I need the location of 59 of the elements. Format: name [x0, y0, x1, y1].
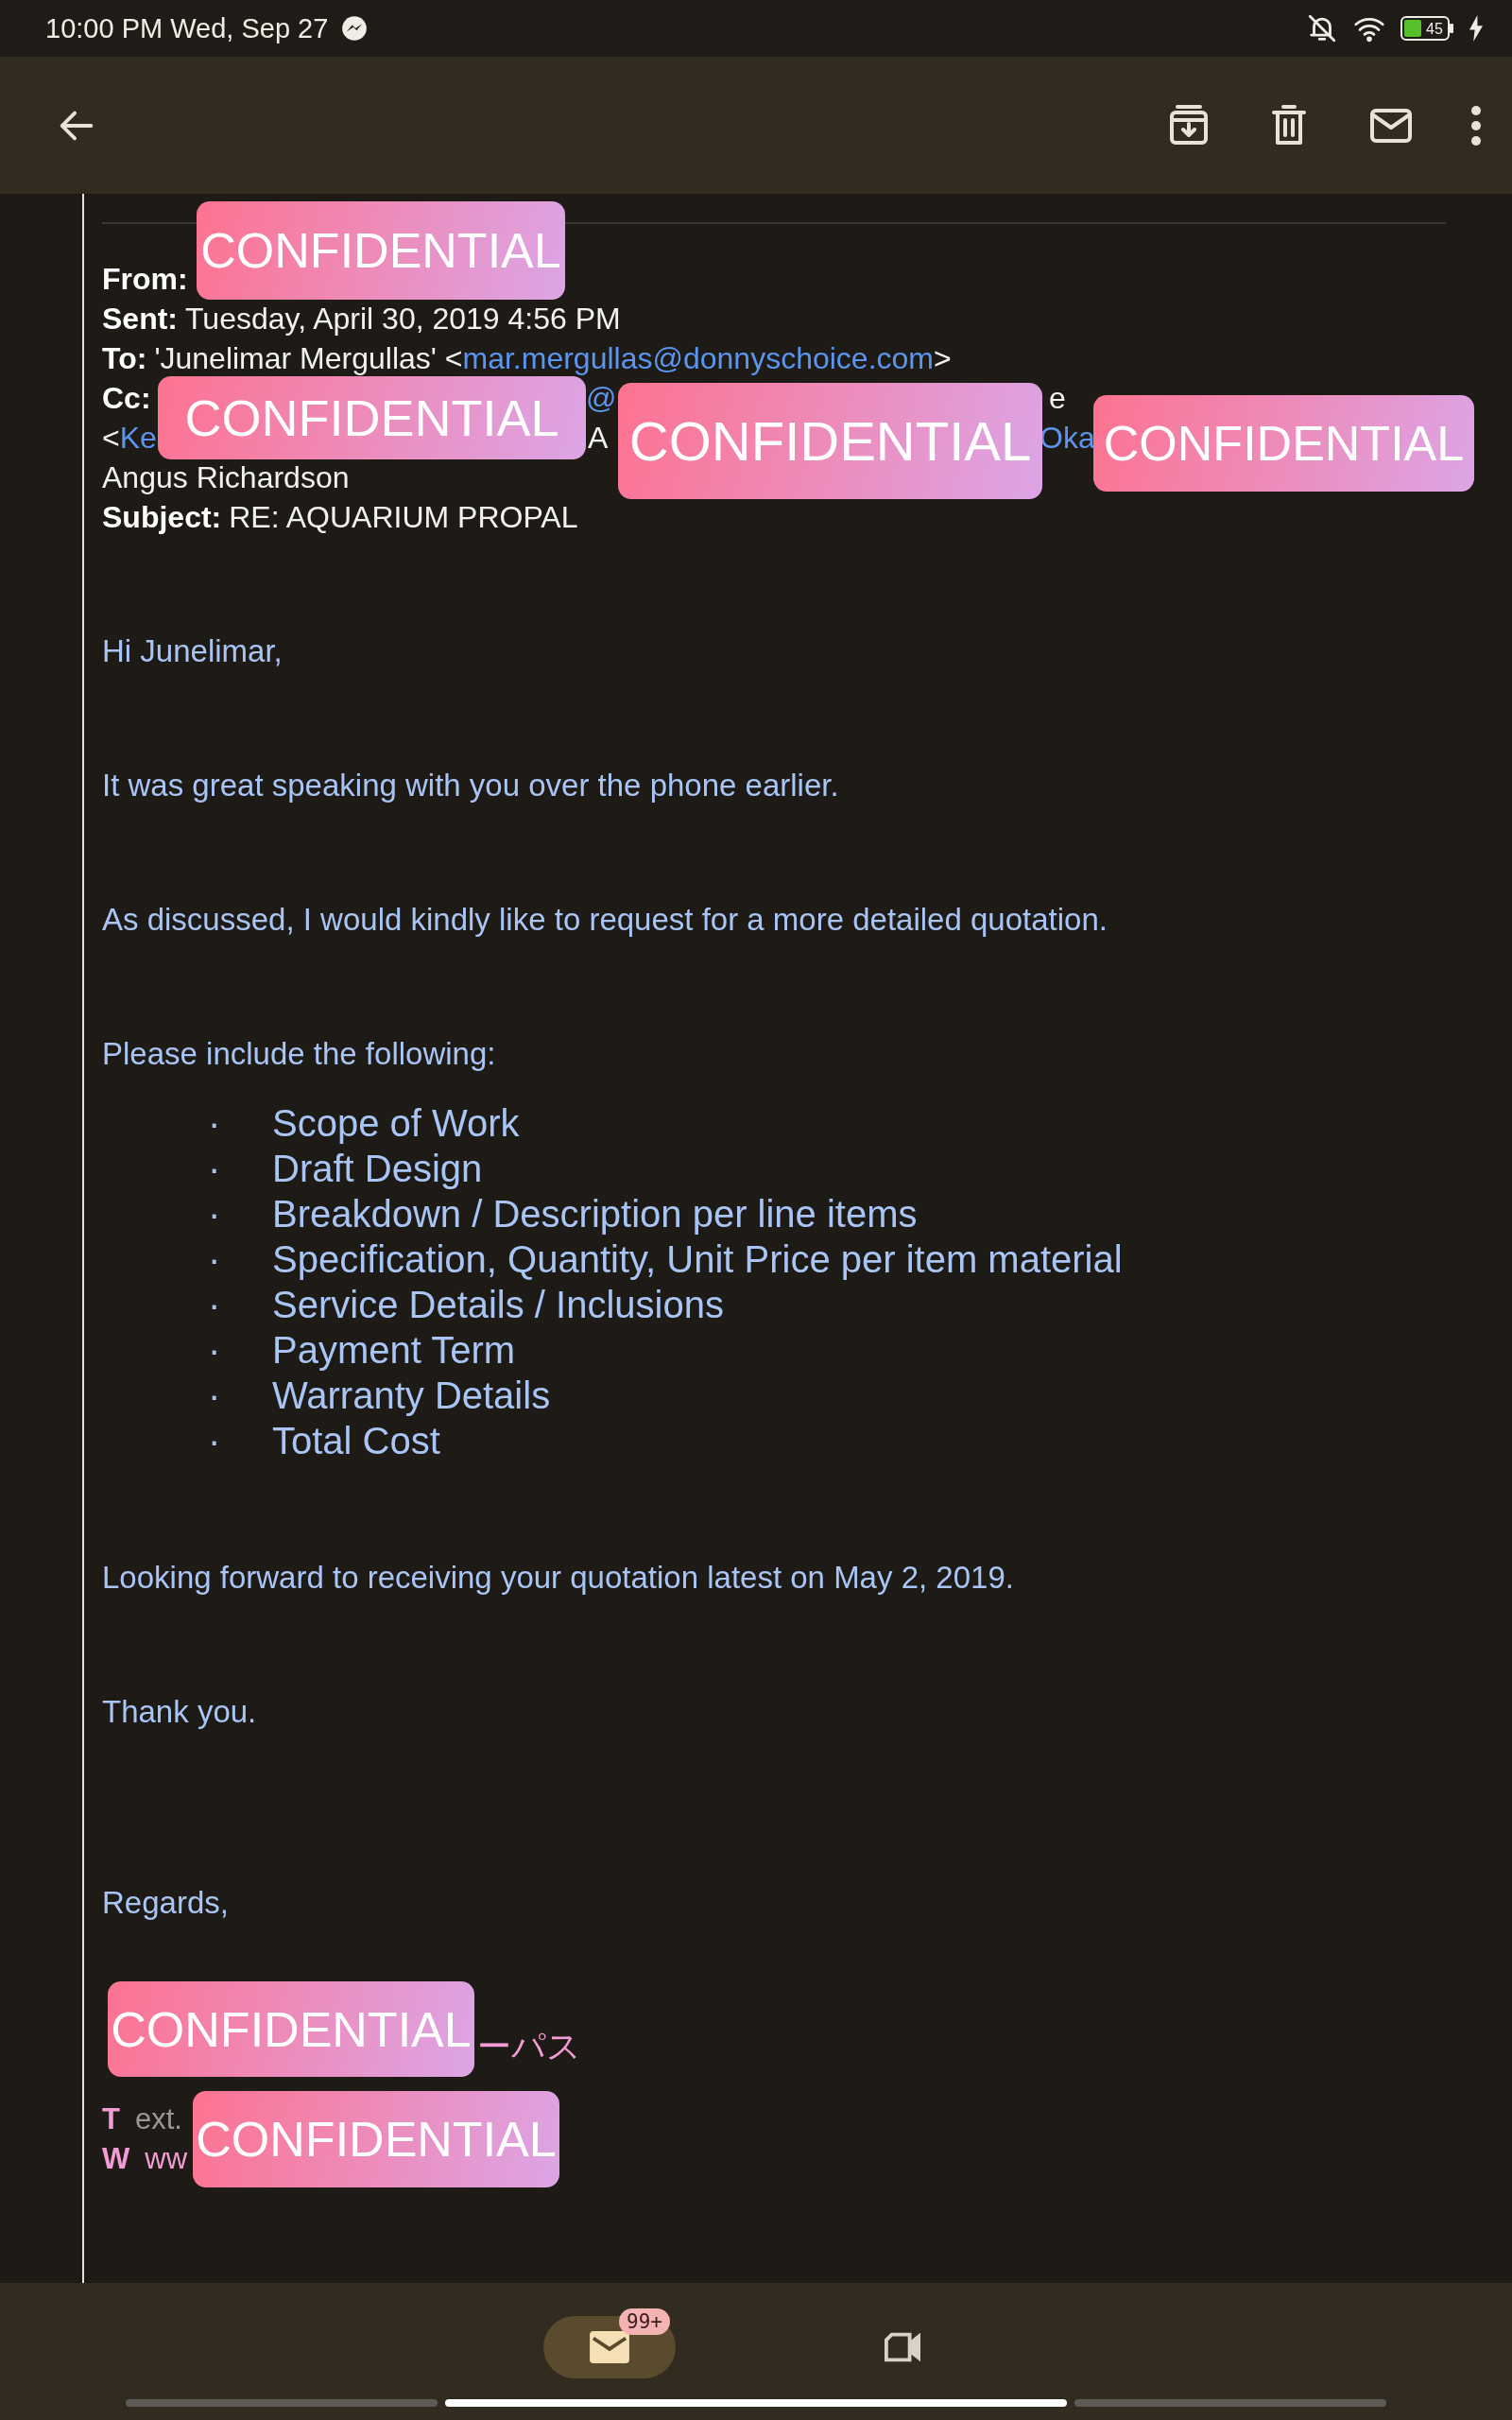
- status-time: 10:00 PM Wed, Sep 27: [45, 12, 329, 44]
- body-paragraph: Looking forward to receiving your quotation latest on May 2, 2019.: [102, 1559, 1015, 1597]
- list-item: Breakdown / Description per line items: [272, 1192, 918, 1236]
- email-link[interactable]: Ke: [119, 421, 157, 455]
- body-paragraph: It was great speaking with you over the phone earlier.: [102, 767, 840, 804]
- phone-label: T: [102, 2102, 120, 2135]
- bullet-mark: ·: [208, 1328, 222, 1373]
- charging-icon: [1469, 15, 1484, 42]
- bullet-mark: ·: [208, 1147, 222, 1191]
- header-label: To:: [102, 341, 147, 375]
- list-item: Draft Design: [272, 1147, 483, 1191]
- header-value: <: [102, 421, 120, 455]
- email-link[interactable]: @: [586, 378, 617, 418]
- messenger-icon: [341, 15, 369, 42]
- bullet-mark: ·: [208, 1419, 222, 1463]
- mail-icon: [588, 2329, 631, 2365]
- web-label: W: [102, 2142, 130, 2175]
- confidential-sticker: CONFIDENTIAL: [108, 1981, 474, 2077]
- web-value: ww: [145, 2142, 188, 2175]
- list-item: Total Cost: [272, 1419, 440, 1463]
- email-link[interactable]: Oka: [1040, 418, 1095, 458]
- header-label: Cc:: [102, 381, 151, 415]
- bullet-mark: ·: [208, 1192, 222, 1236]
- header-value: 'Junelimar Mergullas' <: [154, 341, 463, 375]
- body-paragraph: Hi Junelimar,: [102, 632, 284, 670]
- header-value: Angus Richardson: [102, 460, 350, 494]
- list-item: Specification, Quantity, Unit Price per item material: [272, 1237, 1123, 1282]
- more-button[interactable]: [1470, 104, 1482, 147]
- body-paragraph: As discussed, I would kindly like to request for a more detailed quotation.: [102, 901, 1108, 939]
- body-paragraph: Thank you.: [102, 1693, 258, 1731]
- header-value: Tuesday, April 30, 2019 4:56 PM: [185, 302, 621, 336]
- bullet-mark: ·: [208, 1101, 222, 1146]
- list-item: Warranty Details: [272, 1374, 551, 1418]
- list-item: Scope of Work: [272, 1101, 520, 1146]
- muted-bell-icon: [1306, 12, 1338, 44]
- confidential-sticker: CONFIDENTIAL: [618, 383, 1042, 499]
- bullet-mark: ·: [208, 1283, 222, 1327]
- signature-name: ーパス: [477, 2027, 581, 2066]
- header-value: e: [1049, 380, 1066, 417]
- more-icon: [1470, 104, 1482, 147]
- bullet-mark: ·: [208, 1237, 222, 1282]
- header-label: Subject:: [102, 500, 222, 534]
- bullet-mark: ·: [208, 1374, 222, 1418]
- phone-value: ext.: [134, 2102, 182, 2135]
- confidential-sticker: CONFIDENTIAL: [1093, 395, 1474, 492]
- confidential-sticker: CONFIDENTIAL: [197, 201, 565, 300]
- unread-badge: 99+: [619, 2308, 670, 2335]
- list-item: Payment Term: [272, 1328, 516, 1373]
- body-paragraph: Please include the following:: [102, 1035, 497, 1073]
- header-value: RE: AQUARIUM PROPAL: [229, 500, 578, 534]
- email-link[interactable]: mar.mergullas@donnyschoice.com: [462, 341, 934, 375]
- header-value: A: [588, 420, 609, 457]
- confidential-sticker: CONFIDENTIAL: [158, 376, 586, 459]
- header-value: >: [933, 341, 952, 375]
- header-label: From:: [102, 262, 188, 296]
- header-label: Sent:: [102, 302, 178, 336]
- list-item: Service Details / Inclusions: [272, 1283, 724, 1327]
- confidential-sticker: CONFIDENTIAL: [193, 2091, 559, 2187]
- body-paragraph: Regards,: [102, 1884, 230, 1922]
